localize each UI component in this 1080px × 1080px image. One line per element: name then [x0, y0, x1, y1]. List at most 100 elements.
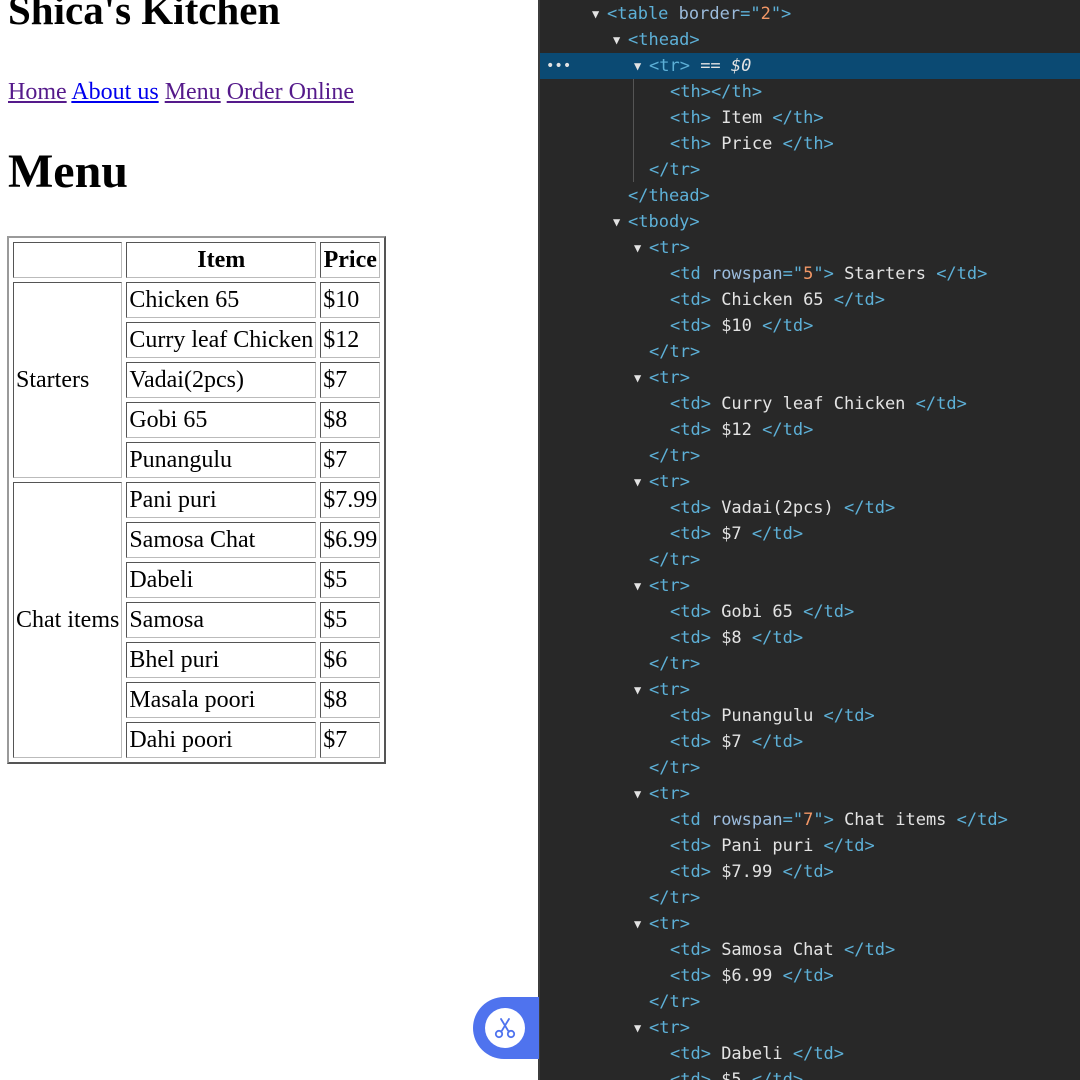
expand-triangle-icon[interactable]: ▼ [634, 573, 646, 599]
dom-node-line[interactable]: <td> $5 </td> [540, 1067, 1080, 1080]
code-token: <td [670, 810, 711, 830]
dom-node-line[interactable]: ••• ▼ <tr> == $0 [540, 53, 1080, 79]
dom-node-line[interactable]: <td> $8 </td> [540, 625, 1080, 651]
more-options-icon[interactable]: ••• [546, 53, 571, 79]
dom-node-line[interactable]: ▼ <tr> [540, 911, 1080, 937]
dom-node-line[interactable]: </tr> [540, 885, 1080, 911]
code-token: </thead> [628, 186, 710, 206]
code-token: <td> [670, 836, 711, 856]
code-token: "> [813, 264, 834, 284]
expand-triangle-icon[interactable]: ▼ [613, 27, 625, 53]
table-row: Starters Chicken 65 $10 [13, 282, 381, 478]
dom-node-line[interactable]: ▼ <tr> [540, 1015, 1080, 1041]
code-token: <td> [670, 966, 711, 986]
code-token: </td> [762, 420, 814, 440]
dom-node-line[interactable]: <td> Pani puri </td> [540, 833, 1080, 859]
price-cell: $7 [320, 362, 381, 398]
dom-node-line[interactable]: <td rowspan="5"> Starters </td> [540, 261, 1080, 287]
code-token: </tr> [649, 758, 701, 778]
scissors-button[interactable] [473, 997, 539, 1059]
dom-node-line[interactable]: ▼ <tr> [540, 781, 1080, 807]
dom-node-line[interactable]: <td> Samosa Chat </td> [540, 937, 1080, 963]
nav-link-order-online[interactable]: Order Online [227, 79, 354, 105]
expand-triangle-icon[interactable]: ▼ [634, 53, 646, 79]
dom-node-line[interactable]: </tr> [540, 339, 1080, 365]
code-token: $8 [710, 628, 752, 648]
nav-link-home[interactable]: Home [8, 79, 67, 105]
dom-node-line[interactable]: <td> Dabeli </td> [540, 1041, 1080, 1067]
devtools-elements-panel[interactable]: ▼ <table border="2"> ▼ <thead> ••• ▼ <tr> == $… [538, 0, 1080, 1080]
dom-node-code: <td> Samosa Chat </td> [670, 937, 895, 963]
expand-triangle-icon[interactable]: ▼ [634, 365, 646, 391]
dom-node-line[interactable]: <td> $6.99 </td> [540, 963, 1080, 989]
expand-triangle-icon[interactable]: ▼ [634, 911, 646, 937]
code-token: </td> [751, 732, 804, 752]
dom-node-line[interactable]: ▼ <tr> [540, 469, 1080, 495]
price-cell: $6.99 [320, 522, 381, 558]
scissors-button-face [485, 1008, 525, 1048]
dom-node-line[interactable]: </thead> [540, 183, 1080, 209]
header-price: Price [320, 242, 381, 278]
code-token: <td> [670, 524, 711, 544]
dom-node-line[interactable]: </tr> [540, 157, 1080, 183]
expand-triangle-icon[interactable]: ▼ [634, 235, 646, 261]
dom-node-line[interactable]: <th></th> [540, 79, 1080, 105]
category-cell: Chat items [13, 482, 123, 758]
category-cell: Starters [13, 282, 123, 478]
dom-node-code: <thead> [628, 27, 700, 53]
dom-node-line[interactable]: <td> Curry leaf Chicken </td> [540, 391, 1080, 417]
expand-triangle-icon[interactable]: ▼ [634, 1015, 646, 1041]
dom-node-line[interactable]: <td> Vadai(2pcs) </td> [540, 495, 1080, 521]
dom-node-line[interactable]: ▼ <tr> [540, 573, 1080, 599]
expand-triangle-icon[interactable]: ▼ [592, 1, 604, 27]
dom-node-line[interactable]: </tr> [540, 755, 1080, 781]
price-cell: $6 [320, 642, 381, 678]
code-token: 2 [760, 4, 771, 24]
dom-node-code: <td> Chicken 65 </td> [670, 287, 885, 313]
dom-node-line[interactable]: <td> $10 </td> [540, 313, 1080, 339]
dom-node-line[interactable]: <td> $7.99 </td> [540, 859, 1080, 885]
code-token: 5 [803, 264, 814, 284]
dom-node-line[interactable]: ▼ <thead> [540, 27, 1080, 53]
dom-node-line[interactable]: </tr> [540, 651, 1080, 677]
dom-node-line[interactable]: ▼ <tr> [540, 677, 1080, 703]
dom-node-code: </tr> [649, 339, 700, 365]
dom-node-line[interactable]: <th> Price </th> [540, 131, 1080, 157]
code-token: 7 [803, 810, 814, 830]
item-cell: Vadai(2pcs) [126, 362, 317, 398]
item-cell: Bhel puri [126, 642, 317, 678]
dom-node-line[interactable]: <td> $7 </td> [540, 729, 1080, 755]
dom-node-line[interactable]: <td> Chicken 65 </td> [540, 287, 1080, 313]
dom-node-line[interactable]: <td> Punangulu </td> [540, 703, 1080, 729]
dom-node-line[interactable]: ▼ <tr> [540, 235, 1080, 261]
code-token: </tr> [649, 342, 701, 362]
code-token: <table [607, 4, 679, 24]
dom-node-line[interactable]: <td> $7 </td> [540, 521, 1080, 547]
dom-node-line[interactable]: </tr> [540, 547, 1080, 573]
dom-node-line[interactable]: <td> Gobi 65 </td> [540, 599, 1080, 625]
dom-node-line[interactable]: </tr> [540, 989, 1080, 1015]
expand-triangle-icon[interactable]: ▼ [613, 209, 625, 235]
code-token: Samosa Chat [710, 940, 845, 960]
code-token: == [689, 56, 731, 76]
nav-link-about-us[interactable]: About us [71, 79, 158, 105]
price-cell: $8 [320, 402, 381, 438]
dom-node-line[interactable]: <td rowspan="7"> Chat items </td> [540, 807, 1080, 833]
dom-node-line[interactable]: ▼ <tr> [540, 365, 1080, 391]
dom-node-line[interactable]: </tr> [540, 443, 1080, 469]
dom-node-line[interactable]: <td> $12 </td> [540, 417, 1080, 443]
dom-node-code: <tr> [649, 469, 690, 495]
expand-triangle-icon[interactable]: ▼ [634, 469, 646, 495]
dom-node-line[interactable]: <th> Item </th> [540, 105, 1080, 131]
expand-triangle-icon[interactable]: ▼ [634, 677, 646, 703]
site-title: Shica's Kitchen [8, 0, 281, 33]
dom-node-code: </tr> [649, 989, 700, 1015]
nav-link-menu[interactable]: Menu [165, 79, 221, 105]
expand-triangle-icon[interactable]: ▼ [634, 781, 646, 807]
dom-node-line[interactable]: ▼ <table border="2"> [540, 1, 1080, 27]
code-token: $12 [710, 420, 763, 440]
menu-table: Item Price Starters Chicken 65 $10 Curry le… [7, 236, 387, 764]
dom-node-line[interactable]: ▼ <tbody> [540, 209, 1080, 235]
code-token: $7 [710, 732, 752, 752]
dom-node-code: <td> $8 </td> [670, 625, 803, 651]
